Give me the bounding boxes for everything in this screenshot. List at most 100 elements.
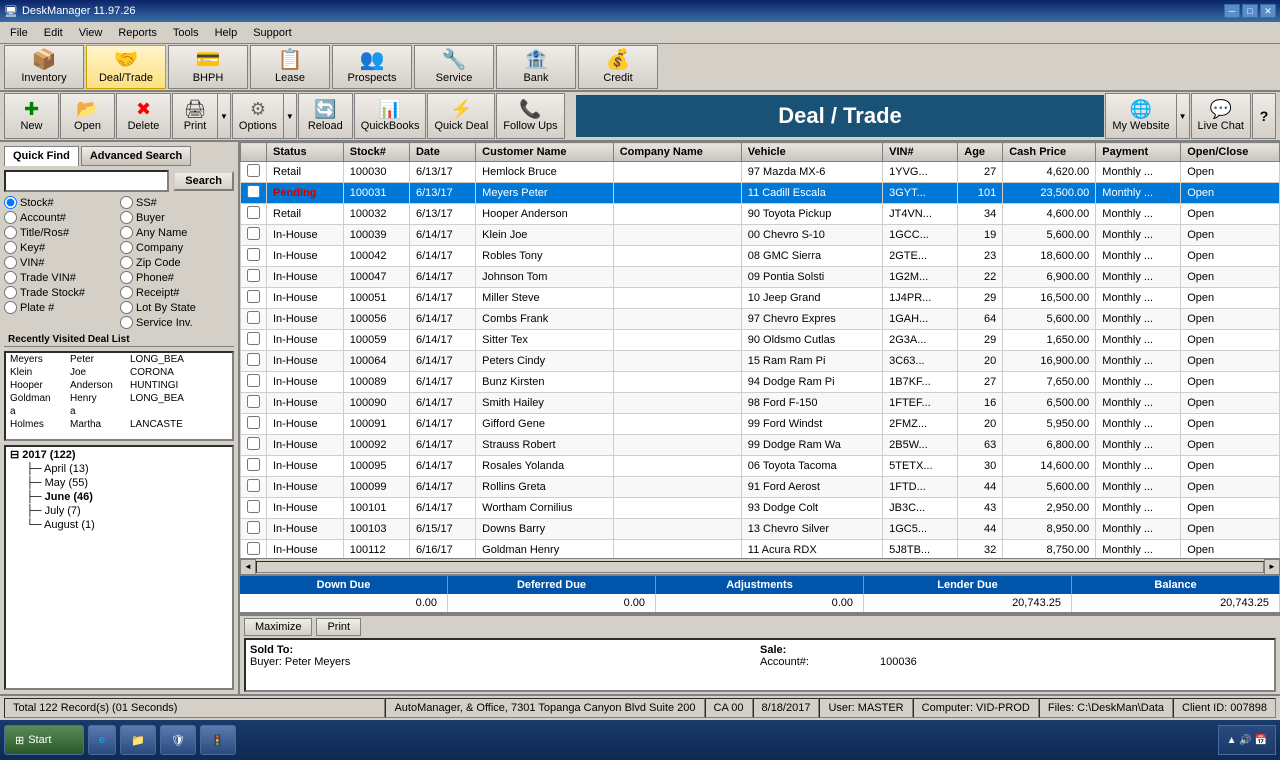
table-row[interactable]: Pending 100031 6/13/17 Meyers Peter 11 C… xyxy=(241,183,1280,204)
row-checkbox[interactable] xyxy=(241,498,267,519)
options-button[interactable]: ⚙ Options xyxy=(232,93,284,139)
row-checkbox[interactable] xyxy=(241,435,267,456)
radio-plate[interactable]: Plate # xyxy=(4,301,118,314)
radio-tradevin[interactable]: Trade VIN# xyxy=(4,271,118,284)
radio-stock[interactable]: Stock# xyxy=(4,196,118,209)
nav-bank[interactable]: 🏦 Bank xyxy=(496,45,576,89)
tree-june[interactable]: ├─ June (46) xyxy=(6,490,232,504)
radio-lotbystate[interactable]: Lot By State xyxy=(120,301,234,314)
reload-button[interactable]: 🔄 Reload xyxy=(298,93,353,139)
table-row[interactable]: In-House 100056 6/14/17 Combs Frank 97 C… xyxy=(241,309,1280,330)
row-checkbox[interactable] xyxy=(241,330,267,351)
scroll-right-arrow[interactable]: ► xyxy=(1264,559,1280,575)
table-row[interactable]: In-House 100039 6/14/17 Klein Joe 00 Che… xyxy=(241,225,1280,246)
radio-title[interactable]: Title/Ros# xyxy=(4,226,118,239)
taskbar-lights[interactable]: 🚦 xyxy=(200,725,236,755)
recent-item-meyers[interactable]: MeyersPeterLONG_BEA xyxy=(6,353,232,366)
mywebsite-button[interactable]: 🌐 My Website xyxy=(1105,93,1176,139)
menu-edit[interactable]: Edit xyxy=(36,25,71,41)
radio-key[interactable]: Key# xyxy=(4,241,118,254)
table-row[interactable]: In-House 100092 6/14/17 Strauss Robert 9… xyxy=(241,435,1280,456)
table-row[interactable]: Retail 100030 6/13/17 Hemlock Bruce 97 M… xyxy=(241,162,1280,183)
row-checkbox[interactable] xyxy=(241,372,267,393)
taskbar-explorer[interactable]: 📁 xyxy=(120,725,156,755)
taskbar-security[interactable]: 🛡 xyxy=(160,725,196,755)
nav-credit[interactable]: 💰 Credit xyxy=(578,45,658,89)
table-row[interactable]: In-House 100090 6/14/17 Smith Hailey 98 … xyxy=(241,393,1280,414)
col-payment[interactable]: Payment xyxy=(1096,143,1181,162)
detail-print-button[interactable]: Print xyxy=(316,618,361,636)
delete-button[interactable]: ✖ Delete xyxy=(116,93,171,139)
menu-help[interactable]: Help xyxy=(207,25,246,41)
radio-company[interactable]: Company xyxy=(120,241,234,254)
table-row[interactable]: In-House 100089 6/14/17 Bunz Kirsten 94 … xyxy=(241,372,1280,393)
row-checkbox[interactable] xyxy=(241,225,267,246)
radio-ss[interactable]: SS# xyxy=(120,196,234,209)
radio-phone[interactable]: Phone# xyxy=(120,271,234,284)
table-row[interactable]: Retail 100032 6/13/17 Hooper Anderson 90… xyxy=(241,204,1280,225)
tree-2017[interactable]: ⊟ 2017 (122) xyxy=(6,447,232,462)
col-status[interactable]: Status xyxy=(267,143,344,162)
new-button[interactable]: ✚ New xyxy=(4,93,59,139)
col-vin[interactable]: VIN# xyxy=(883,143,958,162)
scroll-left-arrow[interactable]: ◄ xyxy=(240,559,256,575)
radio-serviceinv[interactable]: Service Inv. xyxy=(120,316,234,329)
nav-lease[interactable]: 📋 Lease xyxy=(250,45,330,89)
row-checkbox[interactable] xyxy=(241,540,267,559)
table-row[interactable]: In-House 100042 6/14/17 Robles Tony 08 G… xyxy=(241,246,1280,267)
minimize-button[interactable]: ─ xyxy=(1224,4,1240,18)
table-row[interactable]: In-House 100112 6/16/17 Goldman Henry 11… xyxy=(241,540,1280,559)
table-row[interactable]: In-House 100051 6/14/17 Miller Steve 10 … xyxy=(241,288,1280,309)
col-customer[interactable]: Customer Name xyxy=(476,143,614,162)
close-button[interactable]: ✕ xyxy=(1260,4,1276,18)
radio-tradestock[interactable]: Trade Stock# xyxy=(4,286,118,299)
help-button[interactable]: ? xyxy=(1252,93,1276,139)
table-row[interactable]: In-House 100103 6/15/17 Downs Barry 13 C… xyxy=(241,519,1280,540)
scroll-track[interactable] xyxy=(256,561,1264,573)
menu-reports[interactable]: Reports xyxy=(110,25,165,41)
recent-item-hooper[interactable]: HooperAndersonHUNTINGI xyxy=(6,379,232,392)
col-stock[interactable]: Stock# xyxy=(343,143,409,162)
recent-item-klein[interactable]: KleinJoeCORONA xyxy=(6,366,232,379)
tree-august[interactable]: └─ August (1) xyxy=(6,518,232,532)
menu-file[interactable]: File xyxy=(2,25,36,41)
col-checkbox[interactable] xyxy=(241,143,267,162)
radio-anyname[interactable]: Any Name xyxy=(120,226,234,239)
row-checkbox[interactable] xyxy=(241,456,267,477)
print-arrow[interactable]: ▼ xyxy=(218,93,231,139)
row-checkbox[interactable] xyxy=(241,519,267,540)
website-arrow[interactable]: ▼ xyxy=(1177,93,1190,139)
search-input[interactable] xyxy=(4,170,169,192)
tree-may[interactable]: ├─ May (55) xyxy=(6,476,232,490)
radio-receipt[interactable]: Receipt# xyxy=(120,286,234,299)
row-checkbox[interactable] xyxy=(241,414,267,435)
deal-table-container[interactable]: Status Stock# Date Customer Name Company… xyxy=(240,142,1280,558)
recent-item-holmes[interactable]: HolmesMarthaLANCASTE xyxy=(6,418,232,431)
radio-zip[interactable]: Zip Code xyxy=(120,256,234,269)
menu-view[interactable]: View xyxy=(71,25,111,41)
tab-advanced-search[interactable]: Advanced Search xyxy=(81,146,191,166)
row-checkbox[interactable] xyxy=(241,204,267,225)
table-row[interactable]: In-House 100099 6/14/17 Rollins Greta 91… xyxy=(241,477,1280,498)
table-row[interactable]: In-House 100047 6/14/17 Johnson Tom 09 P… xyxy=(241,267,1280,288)
recent-item-a[interactable]: aa xyxy=(6,405,232,418)
row-checkbox[interactable] xyxy=(241,267,267,288)
table-row[interactable]: In-House 100091 6/14/17 Gifford Gene 99 … xyxy=(241,414,1280,435)
col-openclose[interactable]: Open/Close xyxy=(1181,143,1280,162)
nav-service[interactable]: 🔧 Service xyxy=(414,45,494,89)
col-age[interactable]: Age xyxy=(958,143,1003,162)
col-vehicle[interactable]: Vehicle xyxy=(741,143,882,162)
row-checkbox[interactable] xyxy=(241,162,267,183)
radio-account[interactable]: Account# xyxy=(4,211,118,224)
open-button[interactable]: 📂 Open xyxy=(60,93,115,139)
col-cashprice[interactable]: Cash Price xyxy=(1003,143,1096,162)
start-button[interactable]: ⊞ Start xyxy=(4,725,84,755)
menu-tools[interactable]: Tools xyxy=(165,25,207,41)
row-checkbox[interactable] xyxy=(241,393,267,414)
table-row[interactable]: In-House 100059 6/14/17 Sitter Tex 90 Ol… xyxy=(241,330,1280,351)
table-row[interactable]: In-House 100064 6/14/17 Peters Cindy 15 … xyxy=(241,351,1280,372)
taskbar-edge[interactable]: e xyxy=(88,725,116,755)
recent-item-goldman[interactable]: GoldmanHenryLONG_BEA xyxy=(6,392,232,405)
col-company[interactable]: Company Name xyxy=(613,143,741,162)
tree-july[interactable]: ├─ July (7) xyxy=(6,504,232,518)
